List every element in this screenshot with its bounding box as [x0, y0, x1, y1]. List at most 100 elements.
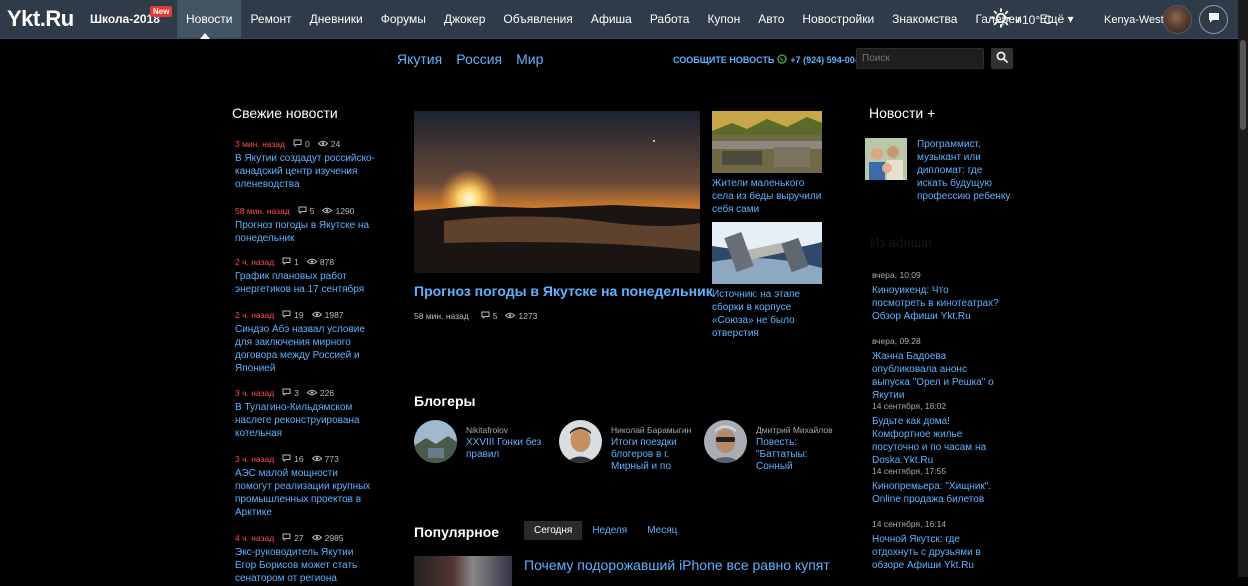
whatsapp-icon	[777, 54, 788, 66]
blogger-card[interactable]: Nikitafrolov XXVIII Гонки без правил	[414, 420, 554, 470]
nav-item-forums[interactable]: Форумы	[372, 0, 435, 38]
nav-item-afisha[interactable]: Афиша	[582, 0, 641, 38]
avatar[interactable]	[559, 420, 602, 463]
eye-icon	[311, 454, 322, 464]
main-news-image[interactable]	[414, 111, 700, 273]
blogger-card[interactable]: Николай Барамыгин Итоги поездки блогеров…	[559, 420, 699, 473]
eye-icon	[505, 311, 516, 321]
new-badge: New	[150, 6, 173, 17]
nav-item-repair[interactable]: Ремонт	[241, 0, 300, 38]
news-time: 58 мин. назад	[235, 206, 290, 216]
side-news-image[interactable]	[712, 111, 822, 173]
fresh-news-link[interactable]: Экс-руководитель Якутии Егор Борисов мож…	[235, 546, 375, 585]
search-button[interactable]	[991, 48, 1013, 69]
eye-icon	[317, 139, 328, 149]
nav-item-diaries[interactable]: Дневники	[301, 0, 372, 38]
weather-widget[interactable]: +10° С	[991, 8, 1052, 31]
fresh-news-link[interactable]: График плановых работ энергетиков на 17 …	[235, 270, 375, 296]
blogger-post-link[interactable]: Итоги поездки блогеров в г. Мирный и по	[611, 437, 693, 473]
nav-item-auto[interactable]: Авто	[749, 0, 793, 38]
fresh-news-link[interactable]: В Тулагино-Кильдямском наслеге реконстру…	[235, 401, 375, 440]
side-news-item-2[interactable]: Источник: на этапе сборки в корпусе «Сою…	[712, 222, 824, 340]
list-item: вчера, 09:28 Жанна Бадоева опубликовала а…	[872, 336, 1002, 402]
nav-item-ads[interactable]: Объявления	[494, 0, 581, 38]
fresh-news-link[interactable]: АЭС малой мощности помогут реализации кр…	[235, 467, 375, 519]
nav-item-jobs[interactable]: Работа	[641, 0, 699, 38]
blogger-name[interactable]: Nikitafrolov	[466, 425, 508, 435]
fresh-news-link[interactable]: Синдзо Абэ назвал условие для заключения…	[235, 323, 375, 375]
comment-count: 19	[294, 310, 304, 320]
afisha-link[interactable]: Ночной Якутск: где отдохнуть с друзьями …	[872, 533, 1002, 572]
avatar[interactable]	[414, 420, 457, 463]
side-news-image[interactable]	[712, 222, 822, 284]
comment-icon	[282, 454, 291, 464]
eye-icon	[306, 257, 318, 267]
news-plus-link[interactable]: Программист, музыкант или дипломат: где …	[917, 138, 1012, 203]
side-news-item-1[interactable]: Жители маленького села из беды выручили …	[712, 111, 824, 216]
news-time: 2 ч. назад	[235, 257, 275, 267]
afisha-link[interactable]: Будьте как дома! Комфортное жилье посуто…	[872, 415, 1002, 467]
blogger-post-link[interactable]: XXVIII Гонки без правил	[466, 437, 548, 461]
item-time: 14 сентября, 17:55	[872, 466, 947, 476]
popular-title: Популярное	[414, 524, 500, 540]
fresh-news-meta: 3 ч. назад 16 773	[235, 453, 375, 465]
bloggers-title: Блогеры	[414, 393, 476, 409]
comment-icon	[282, 257, 291, 267]
nav-item-newbuilds[interactable]: Новостройки	[793, 0, 883, 38]
active-nav-arrow-icon	[200, 33, 210, 39]
afisha-link[interactable]: Кинопремьера: "Хищник". Online продажа б…	[872, 480, 1002, 506]
list-item: 3 ч. назад 3 226 В Тулагино-Кильдямском нас…	[235, 387, 375, 440]
tab-world[interactable]: Мир	[516, 51, 543, 67]
side-news-link[interactable]: Источник: на этапе сборки в корпусе «Сою…	[712, 288, 824, 340]
messages-button[interactable]	[1199, 5, 1228, 34]
search-input[interactable]	[856, 48, 984, 69]
tab-today[interactable]: Сегодня	[524, 521, 583, 540]
popular-news-image[interactable]	[414, 556, 512, 586]
tab-russia[interactable]: Россия	[456, 51, 502, 67]
nav-item-joker[interactable]: Джокер	[435, 0, 495, 38]
fresh-news-meta: 2 ч. назад 19 1987	[235, 309, 375, 321]
list-item: 4 ч. назад 27 2985 Экс-руководитель Якутии …	[235, 532, 375, 585]
afisha-link[interactable]: Жанна Бадоева опубликовала анонс выпуска…	[872, 350, 1002, 402]
eye-icon	[311, 533, 322, 543]
popular-news-headline[interactable]: Почему подорожавший iPhone все равно куп…	[524, 557, 830, 573]
fresh-news-link[interactable]: Прогноз погоды в Якутске на понедельник	[235, 219, 375, 245]
nav-item-coupon[interactable]: Купон	[698, 0, 749, 38]
scrollbar-thumb[interactable]	[1240, 40, 1246, 130]
site-logo[interactable]: Ykt.Ru	[7, 6, 74, 32]
blogger-post-link[interactable]: Повесть: "Баттатыы: Сонный	[756, 437, 838, 473]
comment-count: 16	[294, 454, 304, 464]
news-plus-image[interactable]	[865, 138, 907, 180]
view-count: 878	[319, 257, 335, 267]
tab-month[interactable]: Месяц	[637, 521, 687, 540]
username[interactable]: Kenya-West	[1104, 14, 1164, 26]
comment-icon	[282, 388, 291, 398]
fresh-news-meta: 58 мин. назад 5 1290	[235, 205, 375, 217]
tab-week[interactable]: Неделя	[582, 521, 637, 540]
fresh-news-meta: 4 ч. назад 27 2985	[235, 532, 375, 544]
news-time: 2 ч. назад	[235, 310, 275, 320]
user-avatar[interactable]	[1163, 5, 1192, 34]
list-item: 3 ч. назад 16 773 АЭС малой мощности помогу…	[235, 453, 375, 519]
item-time: 14 сентября, 18:02	[872, 401, 947, 411]
fresh-news-link[interactable]: В Якутии создадут российско-канадский це…	[235, 152, 375, 191]
main-news-comments: 5	[492, 311, 498, 321]
afisha-heading: Из афиши	[870, 235, 932, 250]
top-navbar: Ykt.Ru Школа-2018 New Новости Ремонт Дне…	[0, 0, 1248, 39]
list-item: 3 мин. назад 0 24 В Якутии создадут российс…	[235, 138, 375, 191]
blogger-name[interactable]: Дмитрий Михайлов	[756, 425, 833, 435]
tab-yakutia[interactable]: Якутия	[397, 51, 442, 67]
blogger-card[interactable]: Дмитрий Михайлов Повесть: "Баттатыы: Сон…	[704, 420, 844, 473]
nav-item-dating[interactable]: Знакомства	[883, 0, 966, 38]
side-news-link[interactable]: Жители маленького села из беды выручили …	[712, 177, 824, 216]
report-news-link[interactable]: СООБЩИТЕ НОВОСТЬ +7 (924) 594-00-70	[673, 54, 868, 66]
blogger-name[interactable]: Николай Барамыгин	[611, 425, 691, 435]
sun-icon	[991, 8, 1011, 31]
item-time: вчера, 09:28	[872, 336, 921, 346]
afisha-link[interactable]: Киноуикенд: Что посмотреть в кинотеатрах…	[872, 284, 1002, 323]
fresh-news-title: Свежие новости	[232, 105, 338, 121]
main-news-headline[interactable]: Прогноз погоды в Якутске на понедельник	[414, 283, 713, 299]
list-item: 58 мин. назад 5 1290 Прогноз погоды в Якутс…	[235, 205, 375, 245]
avatar[interactable]	[704, 420, 747, 463]
eye-icon	[311, 310, 322, 320]
